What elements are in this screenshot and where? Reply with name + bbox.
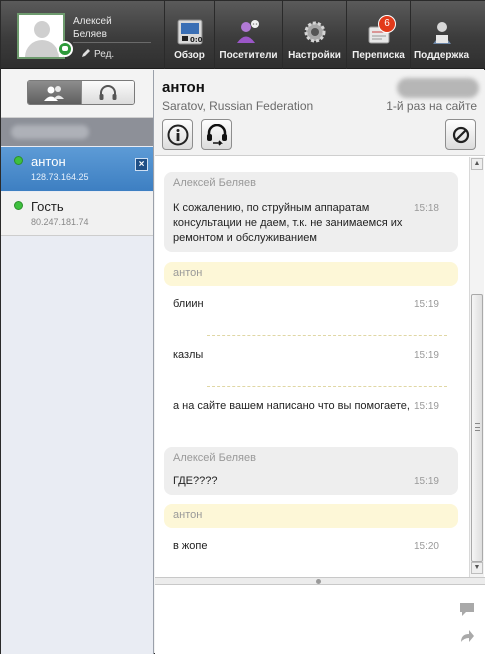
message-line: блиин 15:19 — [173, 297, 449, 312]
message-sender: антон — [173, 267, 203, 279]
visitors-mode-button[interactable] — [28, 81, 81, 104]
compose-actions — [459, 601, 479, 654]
message-line: ГДЕ???? 15:19 — [173, 474, 449, 489]
message-scrollbar[interactable]: ▲ ▼ — [469, 157, 484, 577]
main-nav: 0:0 Обзор Посетители Настройки 6 Перепис… — [164, 1, 472, 69]
transfer-chat-button[interactable] — [201, 119, 232, 150]
message-time: 15:19 — [413, 476, 439, 487]
message-input[interactable] — [155, 585, 485, 654]
hidden-info — [397, 78, 479, 98]
nav-label: Посетители — [219, 50, 278, 61]
nav-support[interactable]: Поддержка — [410, 1, 472, 69]
message-divider — [207, 335, 447, 336]
unread-badge: 6 — [378, 15, 396, 33]
resize-splitter[interactable] — [155, 577, 485, 585]
nav-visitors[interactable]: Посетители — [214, 1, 282, 69]
operators-mode-button[interactable] — [80, 81, 134, 104]
online-dot-icon — [14, 201, 23, 210]
headset-icon — [99, 84, 117, 100]
message-sender: Алексей Беляев — [173, 177, 256, 189]
message-group: антон — [164, 504, 458, 528]
operator-profile: Алексей Беляев Ред. — [1, 1, 161, 69]
online-status-icon[interactable] — [57, 41, 73, 57]
info-icon — [167, 124, 188, 145]
scroll-thumb[interactable] — [471, 294, 483, 562]
message-text: казлы — [173, 349, 204, 361]
message-time: 15:19 — [413, 299, 439, 310]
support-icon — [428, 18, 456, 46]
svg-text:0:0: 0:0 — [190, 36, 203, 44]
visitor-ip: 128.73.164.25 — [31, 172, 89, 182]
message-time: 15:20 — [413, 541, 439, 552]
top-bar: Алексей Беляев Ред. 0:0 Обзор Посетители — [1, 1, 485, 69]
list-mode-toggle — [27, 80, 135, 105]
message-list: Алексей Беляев К сожалению, по струйным … — [155, 157, 469, 577]
app-window: Алексей Беляев Ред. 0:0 Обзор Посетители — [0, 0, 485, 654]
visitor-item[interactable]: антон 128.73.164.25 × — [1, 147, 153, 191]
edit-profile-link[interactable]: Ред. — [81, 48, 114, 60]
chat-visitor-name: антон — [162, 79, 205, 96]
message-time: 15:18 — [413, 203, 439, 214]
nav-settings[interactable]: Настройки — [282, 1, 346, 69]
visitor-name: Гость — [31, 199, 64, 214]
hidden-item — [1, 118, 153, 146]
visitor-name: антон — [31, 154, 66, 169]
message-text: а на сайте вашем написано что вы помогае… — [173, 400, 410, 412]
nav-label: Переписка — [352, 50, 405, 61]
message-line: а на сайте вашем написано что вы помогае… — [173, 399, 449, 414]
message-time: 15:19 — [413, 350, 439, 361]
message-time: 15:19 — [413, 401, 439, 412]
message-divider — [207, 386, 447, 387]
online-dot-icon — [14, 156, 23, 165]
chat-panel: антон Saratov, Russian Federation 1-й ра… — [155, 70, 485, 654]
pencil-icon — [82, 49, 90, 57]
operator-name: Алексей Беляев — [73, 16, 112, 40]
people-icon — [44, 85, 65, 101]
message-group: антон — [164, 262, 458, 286]
nav-label: Настройки — [288, 50, 341, 61]
gear-icon — [301, 18, 329, 46]
nav-label: Поддержка — [413, 50, 470, 61]
visit-count: 1-й раз на сайте — [386, 99, 477, 113]
divider — [73, 42, 151, 43]
visitor-item[interactable]: Гость 80.247.181.74 — [1, 192, 153, 236]
message-text: в жопе — [173, 540, 208, 552]
visitor-location: Saratov, Russian Federation — [162, 99, 314, 113]
edit-label: Ред. — [94, 49, 115, 60]
list-mode-bar — [1, 70, 153, 118]
message-text: блиин — [173, 298, 204, 310]
nav-label: Обзор — [174, 50, 205, 61]
message-text: ГДЕ???? — [173, 475, 218, 487]
speech-bubble-icon[interactable] — [459, 601, 475, 617]
message-line: в жопе 15:20 — [173, 539, 449, 554]
message-line: казлы 15:19 — [173, 348, 449, 363]
message-sender: антон — [173, 509, 203, 521]
forward-arrow-icon[interactable] — [459, 628, 475, 644]
close-chat-icon[interactable]: × — [135, 158, 148, 171]
visitor-ip: 80.247.181.74 — [31, 217, 89, 227]
scroll-up-icon[interactable]: ▲ — [471, 158, 483, 170]
chat-header: антон Saratov, Russian Federation 1-й ра… — [155, 70, 485, 156]
message-text: К сожалению, по струйным аппаратам консу… — [173, 202, 403, 244]
monitor-icon: 0:0 — [176, 18, 204, 46]
message-sender: Алексей Беляев — [173, 452, 256, 464]
message-line: К сожалению, по струйным аппаратам консу… — [173, 201, 449, 246]
visitor-info-button[interactable] — [162, 119, 193, 150]
ban-icon — [452, 126, 469, 143]
visitor-list-panel: антон 128.73.164.25 × Гость 80.247.181.7… — [1, 70, 154, 654]
scroll-down-icon[interactable]: ▼ — [471, 562, 483, 574]
transfer-headset-icon — [206, 123, 227, 146]
nav-overview[interactable]: 0:0 Обзор — [164, 1, 214, 69]
ban-visitor-button[interactable] — [445, 119, 476, 150]
nav-chats[interactable]: 6 Переписка — [346, 1, 410, 69]
visitors-icon — [235, 18, 263, 46]
